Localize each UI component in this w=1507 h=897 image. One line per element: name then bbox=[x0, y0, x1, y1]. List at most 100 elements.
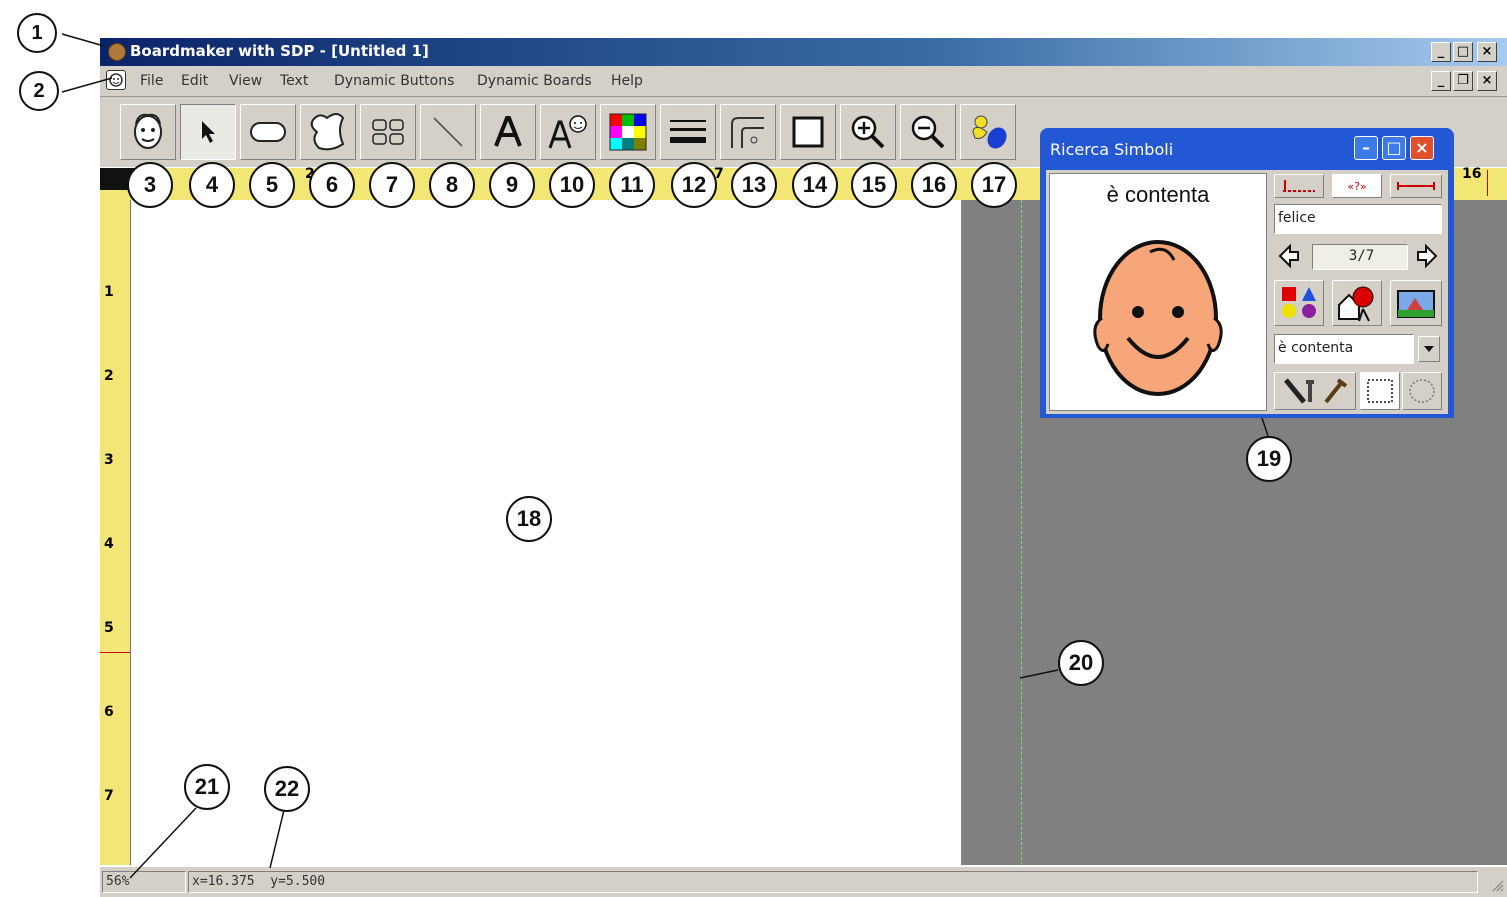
oval-clip-button[interactable] bbox=[1402, 372, 1442, 410]
zoom-in-tool[interactable] bbox=[840, 104, 896, 160]
callout-dialog: 19 bbox=[1246, 436, 1292, 482]
symbol-finder-tool[interactable] bbox=[120, 104, 176, 160]
color-shapes-icon bbox=[1282, 287, 1316, 318]
title-bar: Boardmaker with SDP - [Untitled 1] _ □ × bbox=[100, 38, 1507, 66]
doc-minimize-button[interactable]: _ bbox=[1431, 71, 1451, 91]
freeform-button-tool[interactable] bbox=[300, 104, 356, 160]
menu-text[interactable]: Text bbox=[280, 73, 308, 89]
callout-tool: 8 bbox=[429, 162, 475, 208]
text-width-button[interactable] bbox=[1390, 174, 1442, 198]
text-custom-button[interactable]: «?» bbox=[1332, 174, 1382, 198]
menu-help[interactable]: Help bbox=[611, 73, 643, 89]
zoom-in-icon bbox=[851, 115, 885, 149]
ruler-left-mark: 6 bbox=[104, 704, 114, 720]
text-custom-label: «?» bbox=[1347, 179, 1367, 193]
ruler-left-mark: 4 bbox=[104, 536, 114, 552]
resize-grip-icon[interactable] bbox=[1490, 877, 1504, 892]
picture-library-button[interactable] bbox=[1390, 280, 1442, 326]
happy-face-icon bbox=[1093, 240, 1223, 396]
zoom-out-tool[interactable] bbox=[900, 104, 956, 160]
text-tool[interactable] bbox=[480, 104, 536, 160]
text-width-icon bbox=[1397, 182, 1435, 190]
text-below-button[interactable] bbox=[1274, 174, 1324, 198]
dialog-body: è contenta «?» felice 3/7 è contenta bbox=[1046, 170, 1448, 414]
callout-tool: 11 bbox=[609, 162, 655, 208]
corner-style-icon bbox=[731, 117, 764, 148]
categories-button[interactable] bbox=[1332, 280, 1382, 326]
previous-symbol-arrow-icon[interactable] bbox=[1278, 243, 1300, 272]
face-document-icon bbox=[109, 73, 123, 87]
callout-menu-bar: 2 bbox=[19, 71, 59, 111]
callout-tool: 9 bbox=[489, 162, 535, 208]
symbol-finder-dialog: Ricerca Simboli – □ × è contenta «?» fel… bbox=[1040, 128, 1454, 418]
callout-tool: 17 bbox=[971, 162, 1017, 208]
rectangle-select-icon bbox=[1367, 379, 1393, 403]
button-tool[interactable] bbox=[240, 104, 296, 160]
dialog-title: Ricerca Simboli bbox=[1050, 140, 1174, 159]
callout-tool: 12 bbox=[671, 162, 717, 208]
tools-button[interactable] bbox=[1274, 372, 1356, 410]
symbol-name-select[interactable]: è contenta bbox=[1274, 334, 1414, 364]
document-icon[interactable] bbox=[106, 70, 126, 90]
menu-file[interactable]: File bbox=[140, 73, 163, 89]
zoom-status: 56% bbox=[102, 871, 186, 893]
page-edge-guide bbox=[1021, 200, 1022, 865]
minimize-button[interactable]: _ bbox=[1431, 42, 1451, 62]
color-palette-icon bbox=[609, 113, 647, 151]
text-below-icon bbox=[1283, 180, 1315, 192]
callout-tool: 16 bbox=[911, 162, 957, 208]
dropdown-arrow-button[interactable] bbox=[1418, 336, 1440, 362]
line-icon bbox=[433, 117, 463, 147]
rectangle-clip-button[interactable] bbox=[1360, 372, 1400, 410]
callout-tool: 14 bbox=[792, 162, 838, 208]
pointer-tool[interactable] bbox=[180, 104, 236, 160]
callout-canvas: 18 bbox=[506, 496, 552, 542]
symbolate-tool[interactable] bbox=[540, 104, 596, 160]
callout-tool: 13 bbox=[731, 162, 777, 208]
left-ruler: 1 2 3 4 5 6 7 bbox=[100, 200, 131, 865]
picture-icon bbox=[1397, 290, 1435, 318]
doc-close-button[interactable]: × bbox=[1477, 71, 1497, 91]
button-sequence-tool[interactable] bbox=[360, 104, 416, 160]
close-button[interactable]: × bbox=[1477, 42, 1497, 62]
callout-page-edge: 20 bbox=[1058, 640, 1104, 686]
menu-edit[interactable]: Edit bbox=[181, 73, 208, 89]
next-symbol-arrow-icon[interactable] bbox=[1416, 243, 1438, 272]
categories-icon bbox=[1338, 286, 1374, 322]
boardmaker-app-icon[interactable] bbox=[108, 43, 126, 61]
menu-view[interactable]: View bbox=[229, 73, 262, 89]
doc-restore-button[interactable]: ❐ bbox=[1453, 71, 1473, 91]
border-tool[interactable] bbox=[780, 104, 836, 160]
callout-tool: 5 bbox=[249, 162, 295, 208]
callout-coordinates: 22 bbox=[264, 766, 310, 812]
color-fill-tool[interactable] bbox=[960, 104, 1016, 160]
ruler-left-mark: 7 bbox=[104, 788, 114, 804]
symbol-preview[interactable]: è contenta bbox=[1049, 173, 1267, 411]
color-palette-tool[interactable] bbox=[600, 104, 656, 160]
menu-bar: File Edit View Text Dynamic Buttons Dyna… bbox=[100, 66, 1507, 97]
line-tool[interactable] bbox=[420, 104, 476, 160]
search-input[interactable]: felice bbox=[1274, 204, 1442, 234]
callout-zoom: 21 bbox=[184, 764, 230, 810]
color-mode-button[interactable] bbox=[1274, 280, 1324, 326]
border-icon bbox=[792, 116, 824, 148]
dialog-minimize-button[interactable]: – bbox=[1354, 136, 1378, 160]
dialog-close-button[interactable]: × bbox=[1410, 136, 1434, 160]
freeform-button-icon bbox=[310, 113, 345, 151]
maximize-button[interactable]: □ bbox=[1453, 42, 1473, 62]
menu-dynamic-buttons[interactable]: Dynamic Buttons bbox=[334, 73, 454, 89]
corner-style-tool[interactable] bbox=[720, 104, 776, 160]
callout-tool: 6 bbox=[309, 162, 355, 208]
pointer-icon bbox=[202, 121, 215, 143]
callout-tool: 4 bbox=[189, 162, 235, 208]
symbol-finder-icon bbox=[134, 113, 162, 149]
cursor-coordinates: x=16.375 y=5.500 bbox=[188, 871, 1478, 893]
dialog-maximize-button[interactable]: □ bbox=[1382, 136, 1406, 160]
line-thickness-tool[interactable] bbox=[660, 104, 716, 160]
menu-dynamic-boards[interactable]: Dynamic Boards bbox=[477, 73, 592, 89]
callout-tool: 15 bbox=[851, 162, 897, 208]
ruler-top-mark: 16 bbox=[1462, 166, 1482, 182]
button-sequence-icon bbox=[372, 119, 404, 145]
line-thickness-icon bbox=[670, 120, 706, 143]
window-title: Boardmaker with SDP - [Untitled 1] bbox=[130, 42, 429, 60]
